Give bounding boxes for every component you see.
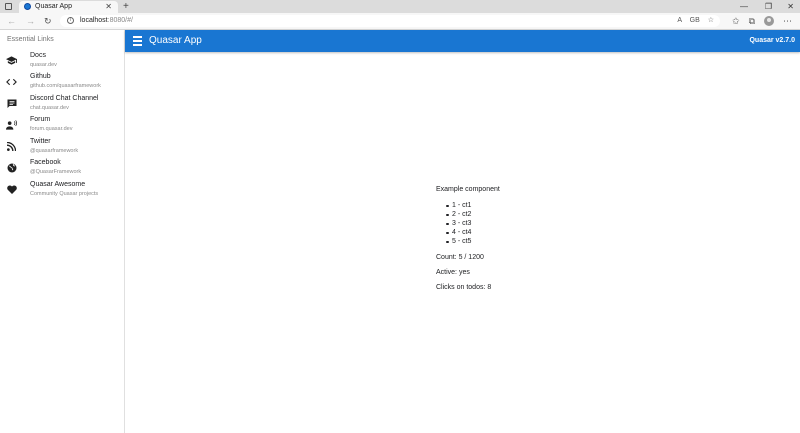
link-facebook[interactable]: Facebook @QuasarFramework bbox=[0, 157, 124, 178]
todo-count: Count: 5 / 1200 bbox=[436, 254, 484, 261]
favorites-icon[interactable]: ✩ bbox=[732, 16, 740, 27]
link-caption: Community Quasar projects bbox=[30, 191, 99, 197]
app-title: Quasar App bbox=[149, 35, 202, 46]
chat-icon bbox=[6, 98, 17, 109]
link-twitter[interactable]: Twitter @quasarframework bbox=[0, 136, 124, 157]
record-voice-icon bbox=[6, 119, 17, 130]
address-bar[interactable]: i localhost:8080/#/ A GB ☆ bbox=[60, 15, 720, 27]
address-url[interactable]: localhost:8080/#/ bbox=[80, 15, 133, 27]
example-heading: Example component bbox=[436, 186, 500, 193]
link-title: Forum bbox=[30, 116, 51, 123]
rss-feed-icon bbox=[6, 141, 17, 152]
drawer-header: Essential Links bbox=[7, 36, 54, 43]
maximize-icon[interactable]: ❐ bbox=[765, 0, 772, 13]
link-caption: chat.quasar.dev bbox=[30, 105, 69, 111]
new-tab-button[interactable]: + bbox=[123, 0, 129, 13]
link-title: Docs bbox=[30, 52, 46, 59]
todo-item[interactable]: 4 - ct4 bbox=[446, 228, 500, 237]
public-icon bbox=[6, 162, 17, 173]
link-docs[interactable]: Docs quasar.dev bbox=[0, 50, 124, 71]
site-info-icon[interactable]: i bbox=[67, 17, 74, 24]
address-bar-actions: A GB ☆ bbox=[671, 15, 714, 27]
read-aloud-icon[interactable]: A bbox=[677, 17, 681, 24]
url-host: localhost bbox=[80, 17, 108, 24]
tab-close-icon[interactable]: ✕ bbox=[105, 1, 112, 12]
tab-actions-icon[interactable] bbox=[5, 3, 12, 10]
link-caption: github.com/quasarframework bbox=[30, 83, 101, 89]
example-component: Example component 1 - ct1 2 - ct2 3 - ct… bbox=[436, 185, 500, 298]
favorite-icon bbox=[6, 184, 17, 195]
todo-item[interactable]: 3 - ct3 bbox=[446, 219, 500, 228]
minimize-icon[interactable]: — bbox=[740, 0, 748, 13]
translate-icon[interactable]: GB bbox=[690, 17, 700, 24]
back-arrow-icon[interactable]: ← bbox=[7, 13, 16, 29]
page-container: Example component 1 - ct1 2 - ct2 3 - ct… bbox=[125, 52, 800, 433]
browser-tab[interactable]: Quasar App ✕ bbox=[19, 1, 118, 13]
todo-item[interactable]: 2 - ct2 bbox=[446, 210, 500, 219]
link-caption: @quasarframework bbox=[30, 148, 79, 154]
school-icon bbox=[6, 55, 17, 66]
link-title: Discord Chat Channel bbox=[30, 95, 99, 102]
quasar-favicon-icon bbox=[24, 3, 31, 10]
todo-item[interactable]: 1 - ct1 bbox=[446, 201, 500, 210]
browser-tabstrip: Quasar App ✕ + — ❐ ✕ bbox=[0, 0, 800, 13]
app-header: Quasar App Quasar v2.7.0 bbox=[125, 30, 800, 52]
todo-item[interactable]: 5 - ct5 bbox=[446, 237, 500, 246]
app-version: Quasar v2.7.0 bbox=[749, 37, 795, 44]
link-discord[interactable]: Discord Chat Channel chat.quasar.dev bbox=[0, 93, 124, 114]
more-menu-icon[interactable]: ⋯ bbox=[783, 16, 792, 27]
menu-icon[interactable] bbox=[133, 36, 142, 46]
link-caption: quasar.dev bbox=[30, 62, 57, 68]
window-close-icon[interactable]: ✕ bbox=[787, 0, 794, 13]
link-title: Facebook bbox=[30, 159, 61, 166]
code-icon bbox=[6, 76, 17, 87]
link-title: Quasar Awesome bbox=[30, 181, 86, 188]
link-github[interactable]: Github github.com/quasarframework bbox=[0, 71, 124, 92]
url-path: :8080/#/ bbox=[107, 17, 133, 24]
link-caption: @QuasarFramework bbox=[30, 169, 82, 175]
click-count: Clicks on todos: 8 bbox=[436, 284, 492, 291]
link-title: Github bbox=[30, 73, 51, 80]
favorite-star-icon[interactable]: ☆ bbox=[708, 17, 714, 24]
active-status: Active: yes bbox=[436, 269, 470, 276]
link-quasar-awesome[interactable]: Quasar Awesome Community Quasar projects bbox=[0, 179, 124, 200]
forward-arrow-icon[interactable]: → bbox=[26, 13, 35, 29]
left-drawer: Essential Links Docs quasar.dev Github g… bbox=[0, 30, 125, 433]
collections-icon[interactable]: ⧉ bbox=[749, 16, 755, 27]
browser-toolbar: ← → ↻ i localhost:8080/#/ A GB ☆ ✩ ⧉ ⋯ bbox=[0, 13, 800, 30]
profile-avatar[interactable] bbox=[764, 16, 774, 26]
toolbar-actions: ✩ ⧉ ⋯ bbox=[732, 13, 792, 29]
reload-icon[interactable]: ↻ bbox=[44, 13, 52, 29]
link-caption: forum.quasar.dev bbox=[30, 126, 73, 132]
todo-list: 1 - ct1 2 - ct2 3 - ct3 4 - ct4 5 - ct5 bbox=[446, 201, 500, 246]
link-title: Twitter bbox=[30, 138, 51, 145]
tab-title: Quasar App bbox=[35, 3, 72, 10]
link-forum[interactable]: Forum forum.quasar.dev bbox=[0, 114, 124, 135]
